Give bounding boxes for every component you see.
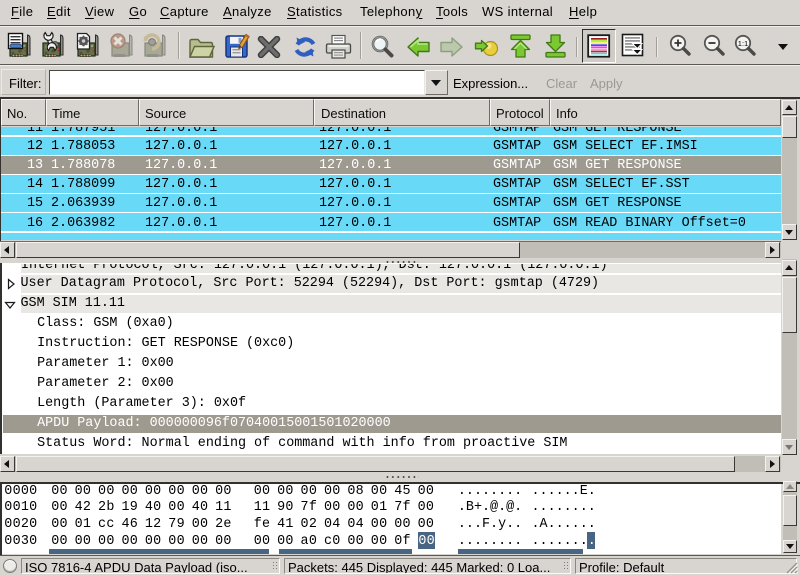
- svg-text:1:1: 1:1: [738, 39, 748, 48]
